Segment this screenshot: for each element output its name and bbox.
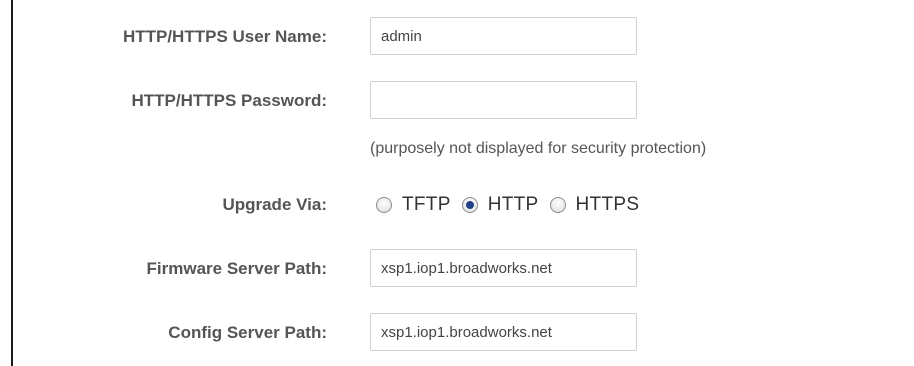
firmware-path-input[interactable] bbox=[370, 249, 637, 287]
config-path-row: Config Server Path: bbox=[13, 313, 913, 353]
radio-tftp-label: TFTP bbox=[402, 194, 451, 215]
radio-option-http[interactable]: HTTP bbox=[461, 194, 539, 216]
radio-https[interactable] bbox=[549, 197, 566, 213]
radio-option-tftp[interactable]: TFTP bbox=[376, 194, 451, 216]
password-label: HTTP/HTTPS Password: bbox=[131, 91, 327, 110]
username-input[interactable] bbox=[370, 17, 637, 55]
config-path-label: Config Server Path: bbox=[168, 323, 327, 342]
radio-http-label: HTTP bbox=[487, 194, 539, 215]
upgrade-via-radio-group: TFTP HTTP HTTPS bbox=[376, 185, 650, 225]
username-row: HTTP/HTTPS User Name: bbox=[13, 17, 913, 57]
username-label: HTTP/HTTPS User Name: bbox=[122, 27, 327, 46]
config-path-input[interactable] bbox=[370, 313, 637, 351]
upgrade-via-label: Upgrade Via: bbox=[222, 195, 327, 214]
radio-tftp[interactable] bbox=[376, 197, 392, 213]
radio-https-label: HTTPS bbox=[575, 194, 640, 215]
upgrade-via-row: Upgrade Via: TFTP HTTP HTTPS bbox=[13, 185, 913, 225]
settings-panel: HTTP/HTTPS User Name: HTTP/HTTPS Passwor… bbox=[11, 0, 914, 366]
firmware-path-label: Firmware Server Path: bbox=[146, 259, 327, 278]
password-input[interactable] bbox=[370, 81, 637, 119]
radio-http[interactable] bbox=[461, 197, 478, 213]
firmware-path-row: Firmware Server Path: bbox=[13, 249, 913, 289]
password-note: (purposely not displayed for security pr… bbox=[370, 140, 707, 157]
password-row: HTTP/HTTPS Password: bbox=[13, 81, 913, 121]
radio-option-https[interactable]: HTTPS bbox=[549, 194, 640, 216]
